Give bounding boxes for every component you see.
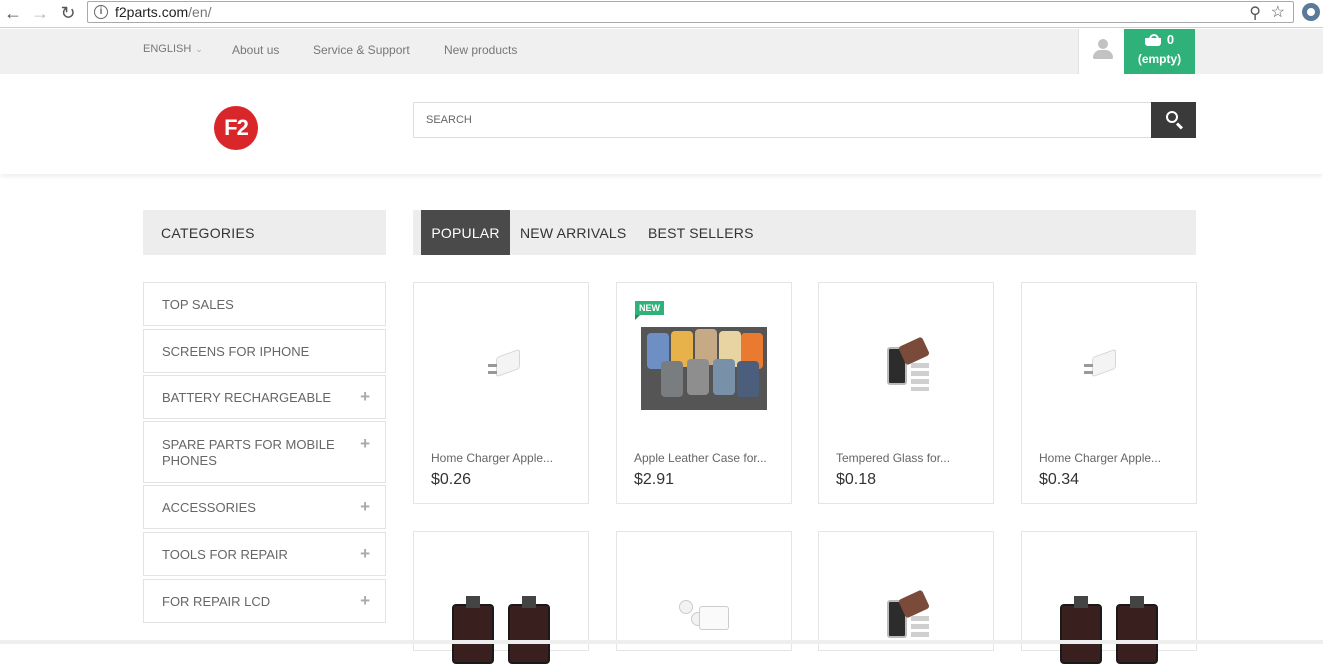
product-card[interactable] — [818, 531, 994, 651]
tab-popular[interactable]: POPULAR — [421, 210, 510, 255]
nav-link-about[interactable]: About us — [232, 43, 279, 57]
product-name[interactable]: Home Charger Apple... — [1039, 451, 1161, 465]
forward-arrow-icon[interactable]: → — [29, 2, 51, 24]
address-bar[interactable]: i f2parts.com/en/ ⚲ ☆ — [87, 1, 1294, 23]
search-input[interactable] — [413, 102, 1152, 138]
new-badge: NEW — [635, 301, 664, 320]
nav-link-service[interactable]: Service & Support — [313, 43, 410, 57]
account-button[interactable] — [1078, 29, 1124, 74]
product-card[interactable] — [413, 531, 589, 664]
category-tools[interactable]: TOOLS FOR REPAIR + — [143, 532, 386, 576]
product-image-charger[interactable] — [486, 348, 520, 381]
product-name[interactable]: Home Charger Apple... — [431, 451, 553, 465]
search-icon — [1166, 111, 1178, 123]
expand-plus-icon[interactable]: + — [360, 544, 370, 564]
product-card[interactable]: Tempered Glass for... $0.18 — [818, 282, 994, 504]
category-top-sales[interactable]: TOP SALES — [143, 282, 386, 326]
cart-count: 0 — [1166, 32, 1175, 47]
tab-new-arrivals[interactable]: NEW ARRIVALS — [520, 210, 626, 255]
product-image-lcd[interactable] — [1060, 596, 1180, 664]
address-url-path: /en/ — [188, 4, 212, 20]
language-label: ENGLISH — [143, 43, 192, 55]
search-button[interactable] — [1151, 102, 1196, 138]
product-image-charger[interactable] — [1082, 348, 1116, 381]
language-selector[interactable]: ENGLISH ⌄ — [143, 43, 203, 55]
product-card[interactable]: NEW Apple Leather Case for... $2.91 — [616, 282, 792, 504]
product-price: $0.34 — [1039, 471, 1080, 488]
category-label: SCREENS FOR IPHONE — [162, 344, 310, 359]
category-label: TOP SALES — [162, 297, 234, 312]
category-screens-iphone[interactable]: SCREENS FOR IPHONE — [143, 329, 386, 373]
chevron-down-icon: ⌄ — [195, 44, 203, 54]
address-url-host: f2parts.com — [115, 4, 189, 20]
category-label: BATTERY RECHARGEABLE — [162, 390, 332, 405]
extension-eye-icon[interactable] — [1302, 3, 1320, 21]
product-name[interactable]: Tempered Glass for... — [836, 451, 950, 465]
product-card[interactable] — [1021, 531, 1197, 664]
tab-best-sellers[interactable]: BEST SELLERS — [648, 210, 754, 255]
zoom-icon[interactable]: ⚲ — [1249, 3, 1261, 23]
category-repair-lcd[interactable]: FOR REPAIR LCD + — [143, 579, 386, 623]
nav-link-new-products[interactable]: New products — [444, 43, 517, 57]
product-image-earpods[interactable] — [675, 598, 735, 638]
product-image-cases[interactable] — [641, 327, 767, 410]
expand-plus-icon[interactable]: + — [360, 497, 370, 517]
category-label: SPARE PARTS FOR MOBILE PHONES — [162, 437, 335, 468]
product-card[interactable]: Home Charger Apple... $0.26 — [413, 282, 589, 504]
categories-title: CATEGORIES — [143, 210, 386, 255]
category-spare-parts[interactable]: SPARE PARTS FOR MOBILE PHONES + — [143, 421, 386, 483]
category-label: ACCESSORIES — [162, 500, 256, 515]
site-info-icon[interactable]: i — [94, 5, 108, 19]
product-price: $0.18 — [836, 471, 877, 488]
back-arrow-icon[interactable]: ← — [2, 2, 24, 24]
product-image-tempered-glass[interactable] — [885, 336, 933, 397]
site-logo[interactable]: F2 — [214, 106, 258, 150]
product-price: $0.26 — [431, 471, 472, 488]
basket-icon — [1144, 34, 1161, 46]
category-battery[interactable]: BATTERY RECHARGEABLE + — [143, 375, 386, 419]
expand-plus-icon[interactable]: + — [360, 591, 370, 611]
address-url: f2parts.com/en/ — [115, 4, 212, 20]
cart-button[interactable]: 0 (empty) — [1124, 29, 1195, 74]
cart-status: (empty) — [1137, 52, 1182, 66]
category-label: FOR REPAIR LCD — [162, 594, 271, 609]
product-price: $2.91 — [634, 471, 675, 488]
browser-toolbar: ← → ↻ i f2parts.com/en/ ⚲ ☆ — [0, 0, 1323, 28]
user-icon — [1093, 39, 1113, 61]
category-label: TOOLS FOR REPAIR — [162, 547, 288, 562]
expand-plus-icon[interactable]: + — [360, 387, 370, 407]
bookmark-star-icon[interactable]: ☆ — [1271, 2, 1285, 22]
product-card[interactable] — [616, 531, 792, 651]
reload-icon[interactable]: ↻ — [57, 2, 79, 24]
page-bottom-edge — [0, 640, 1323, 644]
category-accessories[interactable]: ACCESSORIES + — [143, 485, 386, 529]
product-image-lcd[interactable] — [452, 596, 572, 664]
expand-plus-icon[interactable]: + — [360, 434, 370, 454]
product-name[interactable]: Apple Leather Case for... — [634, 451, 767, 465]
product-card[interactable]: Home Charger Apple... $0.34 — [1021, 282, 1197, 504]
